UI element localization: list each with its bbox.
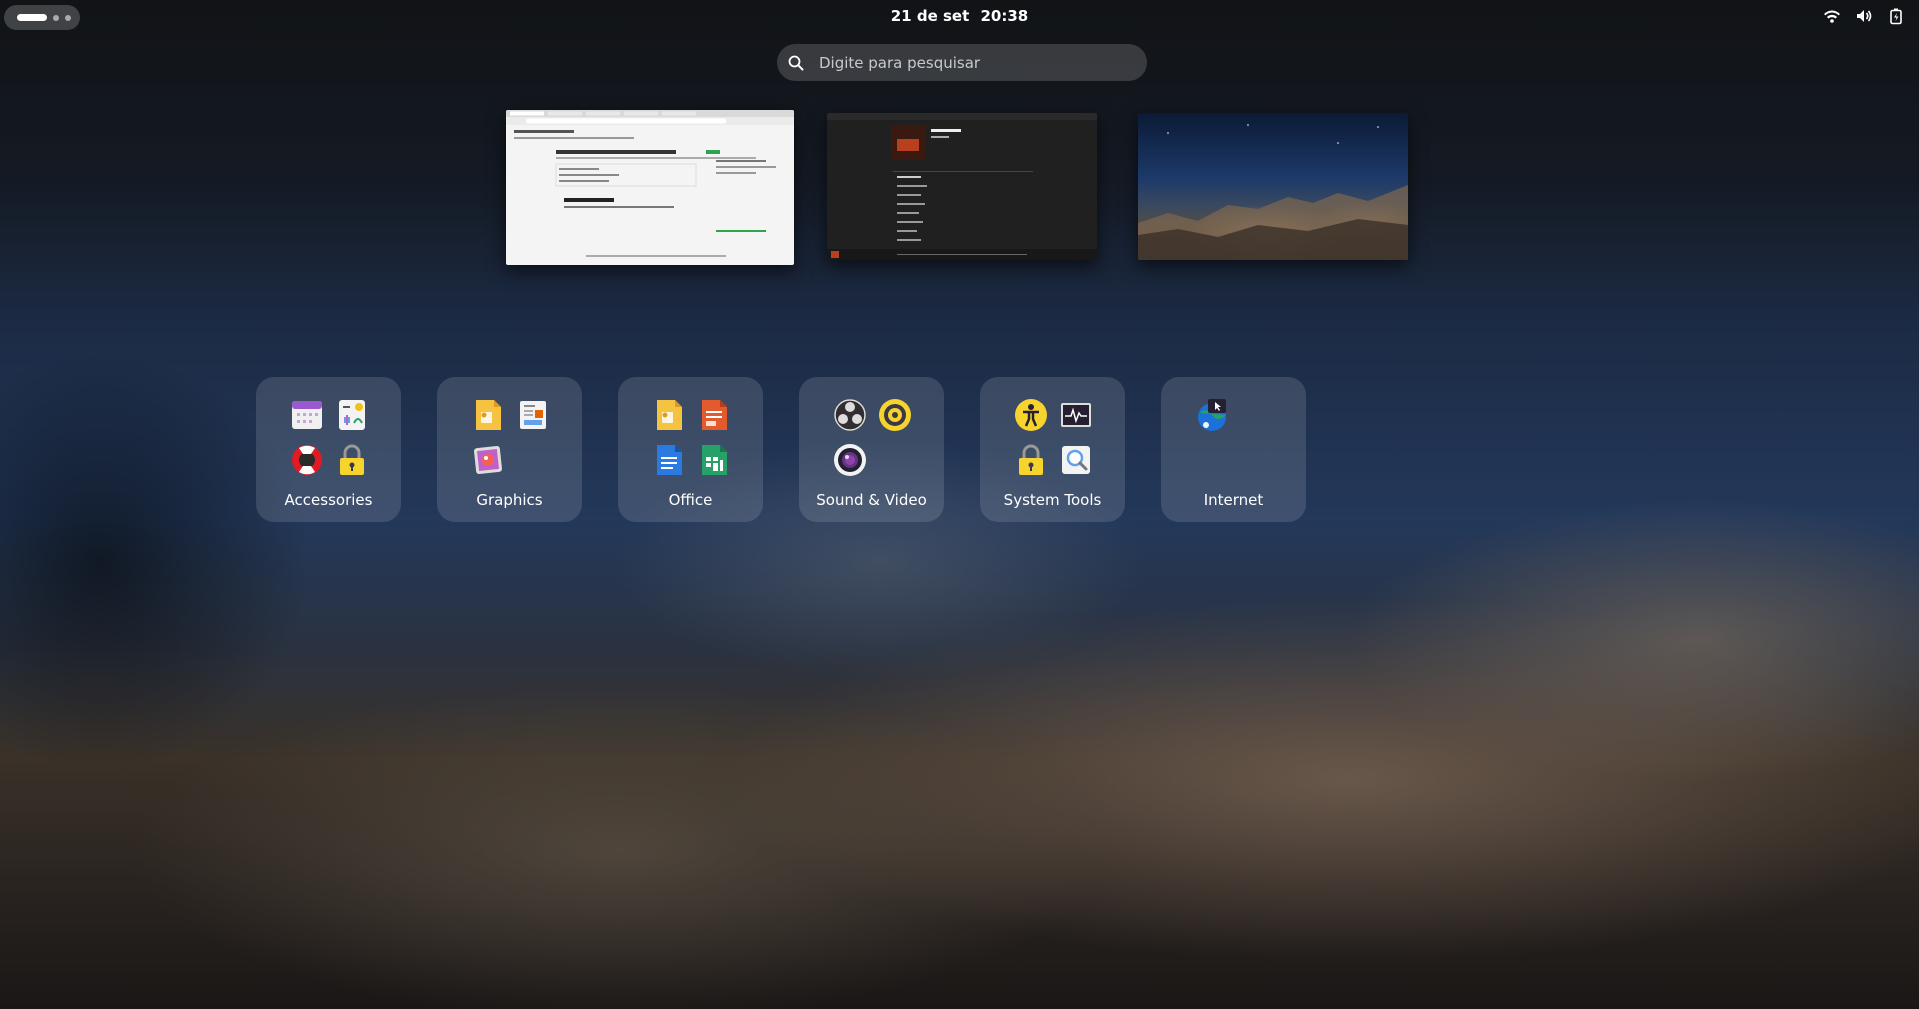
workspace-thumbnail-3[interactable]	[1138, 113, 1408, 260]
impress-icon	[475, 399, 501, 430]
calc-icon	[701, 444, 727, 475]
characters-icon	[338, 399, 365, 430]
volume-icon	[1857, 10, 1872, 22]
writer-icon	[656, 444, 682, 475]
disk-usage-icon	[1061, 445, 1090, 474]
folder-label: Accessories	[284, 491, 373, 509]
folder-label: Graphics	[476, 491, 543, 509]
folder-internet[interactable]: Internet	[1161, 377, 1306, 522]
folder-label: System Tools	[1003, 491, 1102, 509]
search-bar[interactable]	[777, 44, 1147, 81]
browser-window-thumbnail	[506, 110, 794, 257]
image-viewer-icon	[473, 445, 502, 474]
desktop-wallpaper-thumbnail	[1138, 124, 1408, 260]
date-time-menu[interactable]: 21 de set 20:38	[0, 0, 1919, 32]
clock-date: 21 de set	[890, 7, 970, 25]
folder-system-tools[interactable]: System Tools	[980, 377, 1125, 522]
wifi-icon	[1824, 10, 1840, 23]
impress-icon	[656, 399, 682, 430]
workspace-thumbnail-1[interactable]	[506, 110, 794, 265]
folder-label: Office	[668, 491, 713, 509]
folder-office[interactable]: Office	[618, 377, 763, 522]
folder-accessories[interactable]: Accessories	[256, 377, 401, 522]
folder-graphics[interactable]: Graphics	[437, 377, 582, 522]
search-icon	[788, 55, 804, 70]
music-player-window-thumbnail	[827, 113, 1097, 260]
rhythmbox-icon	[878, 398, 911, 431]
system-monitor-icon	[1060, 402, 1091, 427]
accessibility-icon	[1014, 398, 1047, 431]
search-input[interactable]	[817, 52, 1147, 73]
passwords-icon	[1018, 444, 1043, 475]
top-bar: 21 de set 20:38	[0, 0, 1919, 32]
remote-desktop-icon	[1197, 398, 1226, 431]
folder-sound-video[interactable]: Sound & Video	[799, 377, 944, 522]
passwords-icon	[339, 444, 364, 475]
clock-time: 20:38	[980, 7, 1029, 25]
obs-icon	[833, 398, 866, 431]
help-icon	[291, 444, 322, 475]
camera-icon	[833, 443, 866, 476]
calendar-icon	[291, 400, 322, 429]
battery-icon	[1890, 8, 1902, 25]
folder-label: Internet	[1203, 491, 1264, 509]
impress-remote-icon	[701, 399, 727, 430]
system-status-menu[interactable]	[1823, 7, 1905, 25]
document-viewer-icon	[519, 400, 546, 429]
folder-label: Sound & Video	[816, 491, 927, 509]
workspace-thumbnail-2[interactable]	[827, 113, 1097, 260]
